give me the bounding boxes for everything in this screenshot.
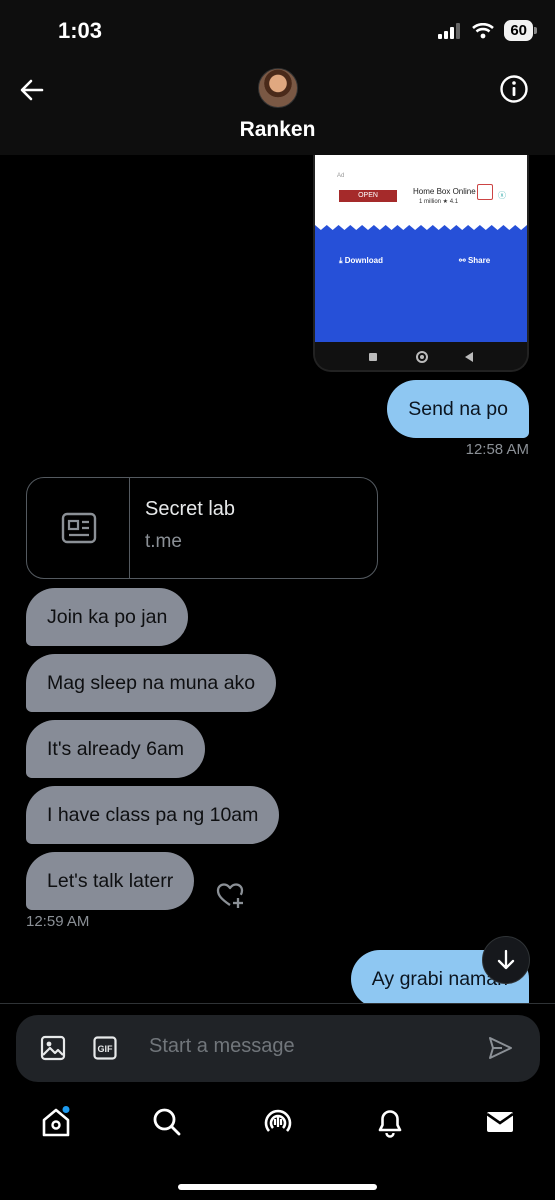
link-preview-card[interactable]: Secret lab t.me (26, 477, 378, 579)
ad-thumbnail-icon (477, 184, 493, 200)
link-thumbnail (27, 478, 130, 578)
arrow-down-icon (497, 949, 515, 970)
received-message[interactable]: I have class pa ng 10am (26, 786, 280, 844)
share-text: Share (467, 256, 491, 265)
back-arrow-icon[interactable] (16, 74, 48, 106)
home-icon[interactable] (40, 1106, 72, 1138)
gif-icon[interactable]: GIF (93, 1036, 117, 1060)
shared-screenshot-image[interactable]: Ad OPEN Home Box Online 1 million ★ 4.1 … (313, 150, 529, 372)
search-icon[interactable] (151, 1106, 183, 1138)
receipt-edge (315, 220, 527, 230)
avatar[interactable] (258, 68, 298, 108)
contact-name[interactable]: Ranken (0, 118, 555, 142)
image-icon[interactable] (40, 1035, 66, 1061)
article-icon (61, 512, 97, 544)
status-icons: 60 (438, 20, 537, 41)
home-indicator (178, 1184, 377, 1190)
notifications-icon[interactable] (374, 1106, 406, 1138)
ad-close-icon: ⓧ (498, 191, 506, 200)
ad-label: Ad (337, 173, 345, 179)
svg-text:GIF: GIF (98, 1044, 114, 1054)
wifi-icon (472, 22, 495, 38)
download-text: Download (344, 256, 383, 265)
link-domain: t.me (145, 531, 182, 552)
message-timestamp: 12:58 AM (465, 441, 529, 458)
received-message[interactable]: Mag sleep na muna ako (26, 654, 277, 712)
battery-indicator: 60 (504, 20, 537, 41)
message-timestamp: 12:59 AM (26, 913, 90, 930)
scroll-to-bottom-button[interactable] (482, 936, 530, 984)
sent-message[interactable]: Send na po (387, 380, 529, 438)
nav-back-icon (465, 352, 473, 362)
info-icon[interactable] (499, 74, 529, 104)
ad-open-button: OPEN (339, 190, 397, 202)
recent-apps-icon (369, 353, 377, 361)
link-title: Secret lab (145, 498, 236, 520)
screenshot-download-label: ⤓ Download (339, 256, 383, 265)
received-message[interactable]: It's already 6am (26, 720, 206, 778)
messages-icon[interactable] (484, 1106, 516, 1138)
ad-app-name: Home Box Online (413, 187, 476, 196)
status-time: 1:03 (58, 18, 103, 43)
signal-icon (438, 22, 461, 39)
spaces-icon[interactable] (262, 1106, 294, 1138)
home-circle-icon (416, 351, 428, 363)
send-icon[interactable] (487, 1035, 513, 1061)
received-message[interactable]: Join ka po jan (26, 588, 189, 646)
add-reaction-icon[interactable] (215, 880, 245, 910)
screenshot-nav-bar (315, 342, 527, 370)
screenshot-ad-banner: Ad OPEN Home Box Online 1 million ★ 4.1 … (315, 150, 527, 225)
screenshot-share-label: ⚯ Share (459, 256, 491, 265)
message-input[interactable]: Start a message (149, 1035, 295, 1058)
ad-meta: 1 million ★ 4.1 (419, 199, 459, 205)
message-composer: GIF Start a message (16, 1015, 540, 1082)
received-message[interactable]: Let's talk laterr (26, 852, 195, 910)
top-bar: 1:03 60 Ranken (0, 0, 555, 155)
